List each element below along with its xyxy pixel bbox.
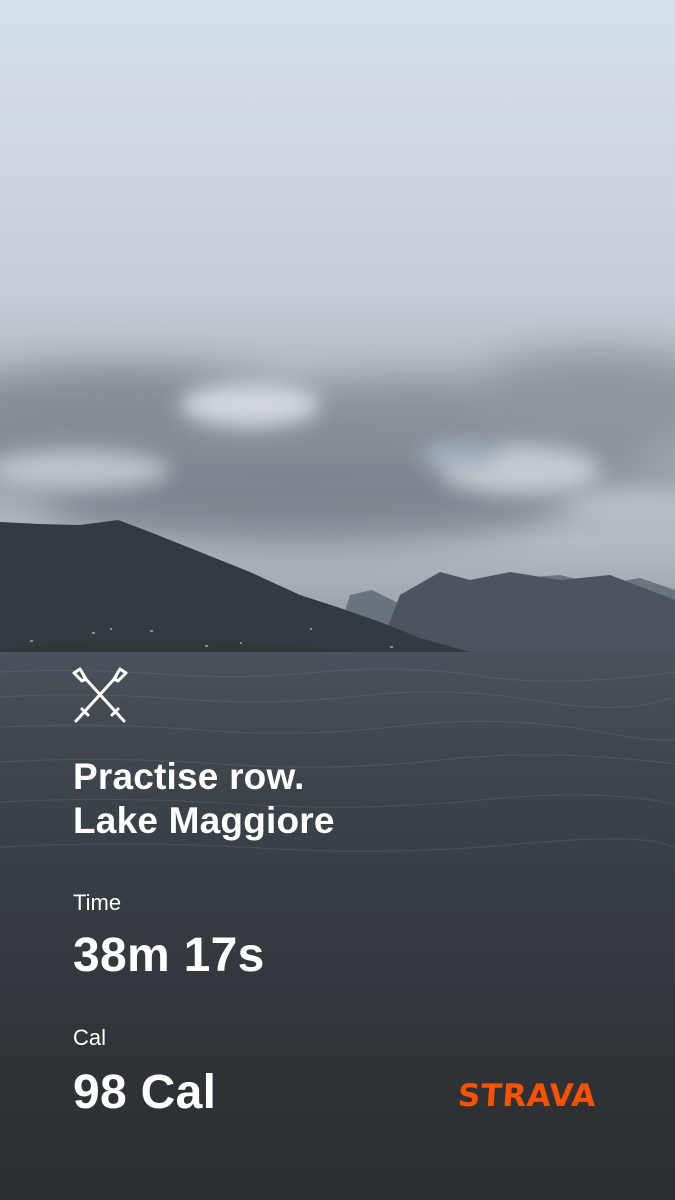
activity-title-line1: Practise row. [73, 756, 305, 797]
time-label: Time [73, 890, 122, 915]
calories-value: 98 Cal [73, 1066, 217, 1119]
strava-logo: STRAVA [456, 1078, 598, 1114]
activity-title-line2: Lake Maggiore [73, 800, 335, 841]
activity-overlay: Practise row. Lake Maggiore Time 38m 17s… [0, 0, 675, 1200]
calories-label: Cal [73, 1025, 107, 1050]
rowing-oars-icon [72, 667, 128, 723]
time-value: 38m 17s [73, 929, 265, 982]
activity-title: Practise row. Lake Maggiore [73, 755, 593, 843]
